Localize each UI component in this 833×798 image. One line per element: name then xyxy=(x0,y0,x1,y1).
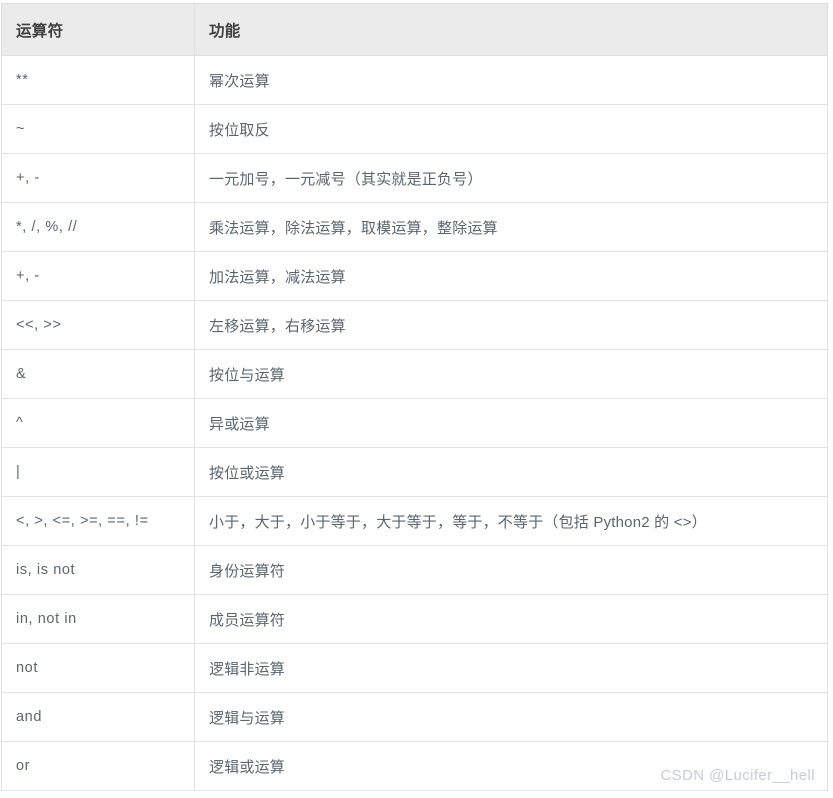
cell-operator: *, /, %, // xyxy=(1,202,195,252)
cell-function: 乘法运算，除法运算，取模运算，整除运算 xyxy=(194,202,828,252)
operator-table-container: 运算符 功能 ** 幂次运算 ~ 按位取反 +, - 一元加号，一元减号（其实就… xyxy=(1,3,828,791)
table-row: and 逻辑与运算 xyxy=(1,692,828,742)
cell-operator: ~ xyxy=(1,104,195,154)
table-row: *, /, %, // 乘法运算，除法运算，取模运算，整除运算 xyxy=(1,202,828,252)
cell-function: 按位或运算 xyxy=(194,447,828,497)
cell-function: 加法运算，减法运算 xyxy=(194,251,828,301)
cell-operator: and xyxy=(1,692,195,742)
table-row: or 逻辑或运算 xyxy=(1,741,828,791)
cell-operator: | xyxy=(1,447,195,497)
cell-operator: ^ xyxy=(1,398,195,448)
table-row: +, - 加法运算，减法运算 xyxy=(1,251,828,301)
table-row: in, not in 成员运算符 xyxy=(1,594,828,644)
column-header-operator: 运算符 xyxy=(1,3,195,56)
cell-operator: & xyxy=(1,349,195,399)
cell-function: 成员运算符 xyxy=(194,594,828,644)
cell-function: 逻辑与运算 xyxy=(194,692,828,742)
cell-function: 左移运算，右移运算 xyxy=(194,300,828,350)
cell-function: 按位取反 xyxy=(194,104,828,154)
cell-function: 小于，大于，小于等于，大于等于，等于，不等于（包括 Python2 的 <>） xyxy=(194,496,828,546)
operator-precedence-table: 运算符 功能 ** 幂次运算 ~ 按位取反 +, - 一元加号，一元减号（其实就… xyxy=(1,3,828,791)
table-header: 运算符 功能 xyxy=(1,3,828,56)
cell-operator: +, - xyxy=(1,251,195,301)
table-row: is, is not 身份运算符 xyxy=(1,545,828,595)
cell-function: 一元加号，一元减号（其实就是正负号） xyxy=(194,153,828,203)
cell-operator: <<, >> xyxy=(1,300,195,350)
cell-operator: +, - xyxy=(1,153,195,203)
column-header-function: 功能 xyxy=(194,3,828,56)
cell-operator: is, is not xyxy=(1,545,195,595)
table-row: ^ 异或运算 xyxy=(1,398,828,448)
cell-operator: or xyxy=(1,741,195,791)
cell-function: 逻辑或运算 xyxy=(194,741,828,791)
table-row: & 按位与运算 xyxy=(1,349,828,399)
cell-operator: ** xyxy=(1,55,195,105)
table-row: <, >, <=, >=, ==, != 小于，大于，小于等于，大于等于，等于，… xyxy=(1,496,828,546)
table-row: | 按位或运算 xyxy=(1,447,828,497)
table-row: ~ 按位取反 xyxy=(1,104,828,154)
cell-function: 逻辑非运算 xyxy=(194,643,828,693)
cell-operator: <, >, <=, >=, ==, != xyxy=(1,496,195,546)
table-body: ** 幂次运算 ~ 按位取反 +, - 一元加号，一元减号（其实就是正负号） *… xyxy=(1,55,828,791)
table-row: +, - 一元加号，一元减号（其实就是正负号） xyxy=(1,153,828,203)
cell-function: 幂次运算 xyxy=(194,55,828,105)
cell-operator: not xyxy=(1,643,195,693)
table-header-row: 运算符 功能 xyxy=(1,3,828,56)
table-row: not 逻辑非运算 xyxy=(1,643,828,693)
cell-function: 异或运算 xyxy=(194,398,828,448)
cell-function: 身份运算符 xyxy=(194,545,828,595)
table-row: ** 幂次运算 xyxy=(1,55,828,105)
cell-function: 按位与运算 xyxy=(194,349,828,399)
table-row: <<, >> 左移运算，右移运算 xyxy=(1,300,828,350)
cell-operator: in, not in xyxy=(1,594,195,644)
